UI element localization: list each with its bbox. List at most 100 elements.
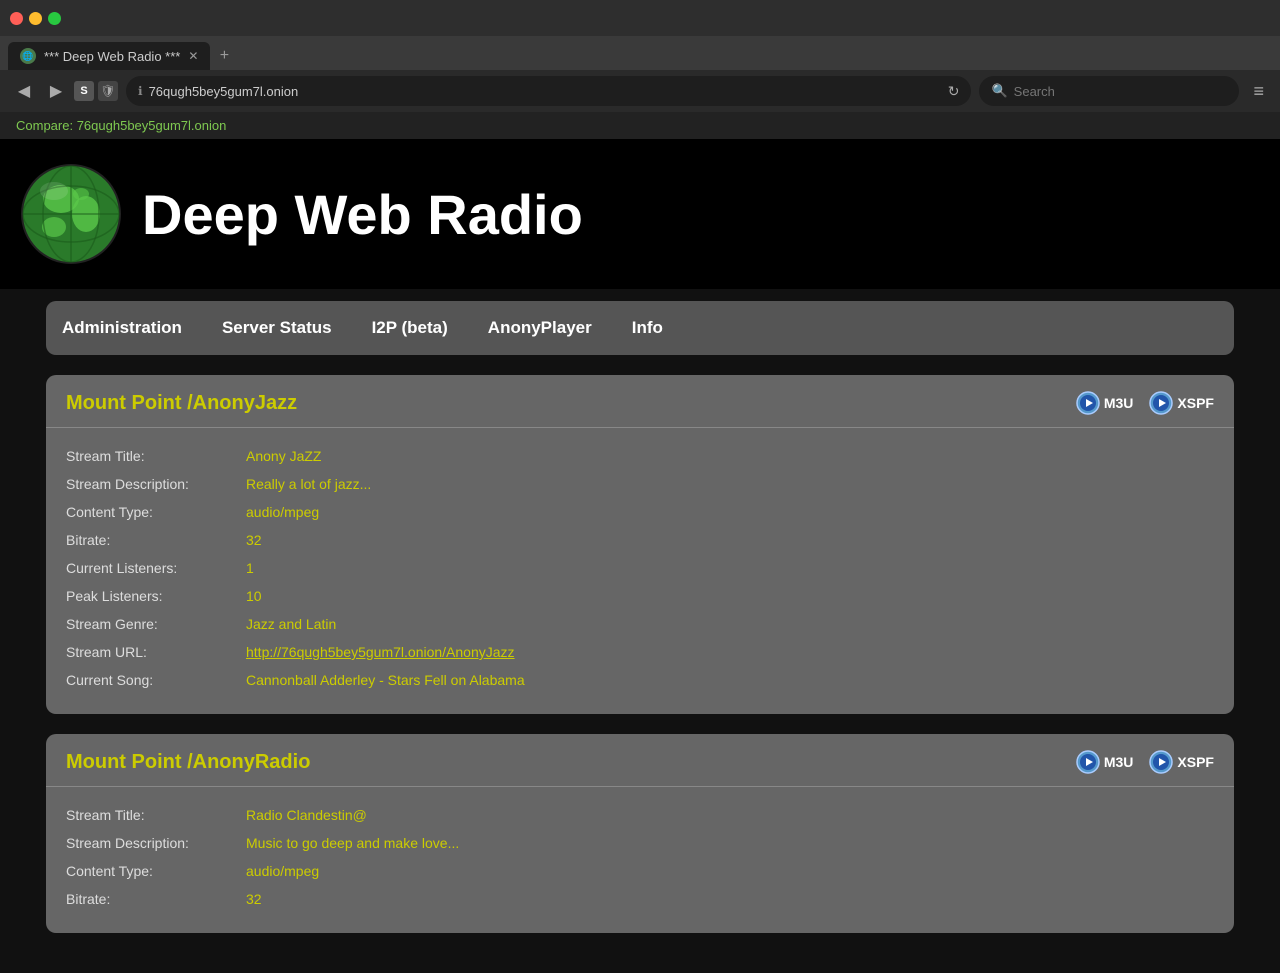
mount-card-1: Mount Point /AnonyRadio M3U XSPF Stream … (46, 734, 1234, 933)
reload-button[interactable]: ↻ (948, 83, 960, 100)
info-value: 10 (246, 588, 262, 604)
info-value: Radio Clandestin@ (246, 807, 367, 823)
play-icon (1149, 391, 1173, 415)
info-value: Really a lot of jazz... (246, 476, 371, 492)
mount-info-grid-0: Stream Title:Anony JaZZStream Descriptio… (46, 432, 1234, 694)
back-button[interactable]: ◀ (10, 77, 38, 105)
info-label: Content Type: (66, 504, 246, 520)
address-bar[interactable]: ℹ ↻ (126, 76, 971, 106)
info-label: Stream Title: (66, 448, 246, 464)
info-value: Music to go deep and make love... (246, 835, 459, 851)
info-row: Stream Title:Radio Clandestin@ (66, 801, 1214, 829)
mount-actions-1: M3U XSPF (1076, 750, 1214, 774)
info-value: audio/mpeg (246, 863, 319, 879)
info-value: 32 (246, 532, 262, 548)
tab-close-button[interactable]: ✕ (188, 49, 198, 63)
nav-item-administration[interactable]: Administration (62, 318, 182, 338)
info-label: Stream Genre: (66, 616, 246, 632)
tab-favicon: 🌐 (20, 48, 36, 64)
info-label: Stream Description: (66, 835, 246, 851)
mount-action-m3u2[interactable]: M3U (1076, 750, 1134, 774)
nav-item-anony-player[interactable]: AnonyPlayer (488, 318, 592, 338)
mount-info-grid-1: Stream Title:Radio Clandestin@Stream Des… (46, 791, 1234, 913)
browser-titlebar (0, 0, 1280, 36)
info-row: Stream Genre:Jazz and Latin (66, 610, 1214, 638)
browser-toolbar: ◀ ▶ S 🛡 ℹ ↻ 🔍 ≡ (0, 70, 1280, 112)
maximize-window-button[interactable] (48, 12, 61, 25)
search-icon: 🔍 (991, 83, 1007, 99)
info-label: Content Type: (66, 863, 246, 879)
site-logo (16, 159, 126, 269)
compare-bar: Compare: 76qugh5bey5gum7l.onion (0, 112, 1280, 139)
info-label: Bitrate: (66, 532, 246, 548)
info-value: audio/mpeg (246, 504, 319, 520)
info-label: Stream Description: (66, 476, 246, 492)
browser-tab-bar: 🌐 *** Deep Web Radio *** ✕ + (0, 36, 1280, 70)
action-label: XSPF (1177, 754, 1214, 770)
info-label: Peak Listeners: (66, 588, 246, 604)
toolbar-nav-buttons: ◀ ▶ S 🛡 (10, 77, 118, 105)
browser-tab[interactable]: 🌐 *** Deep Web Radio *** ✕ (8, 42, 210, 70)
info-row: Peak Listeners:10 (66, 582, 1214, 610)
nav-item-i2p-beta[interactable]: I2P (beta) (372, 318, 448, 338)
info-row: Current Listeners:1 (66, 554, 1214, 582)
info-row: Stream Description:Really a lot of jazz.… (66, 470, 1214, 498)
mount-card-0: Mount Point /AnonyJazz M3U XSPF Stream T… (46, 375, 1234, 714)
info-row: Current Song:Cannonball Adderley - Stars… (66, 666, 1214, 694)
mount-title-1: Mount Point /AnonyRadio (66, 751, 310, 774)
page-content: Compare: 76qugh5bey5gum7l.onion (0, 112, 1280, 973)
site-title: Deep Web Radio (142, 182, 583, 247)
mount-header-1: Mount Point /AnonyRadio M3U XSPF (46, 734, 1234, 787)
tab-title: *** Deep Web Radio *** (44, 49, 180, 64)
s-icon: S (74, 81, 94, 101)
search-bar[interactable]: 🔍 (979, 76, 1239, 106)
play-icon (1149, 750, 1173, 774)
mount-title-0: Mount Point /AnonyJazz (66, 392, 297, 415)
info-value[interactable]: http://76qugh5bey5gum7l.onion/AnonyJazz (246, 644, 515, 660)
search-input[interactable] (1014, 84, 1228, 99)
shield-icon: 🛡 (98, 81, 118, 101)
info-label: Stream URL: (66, 644, 246, 660)
new-tab-button[interactable]: + (210, 42, 238, 70)
mount-action-xspf[interactable]: XSPF (1149, 391, 1214, 415)
mount-actions-0: M3U XSPF (1076, 391, 1214, 415)
info-value: 1 (246, 560, 254, 576)
compare-label: Compare: (16, 118, 73, 133)
mount-action-xspf2[interactable]: XSPF (1149, 750, 1214, 774)
browser-menu-button[interactable]: ≡ (1247, 81, 1270, 102)
info-row: Stream Title:Anony JaZZ (66, 442, 1214, 470)
info-row: Stream URL:http://76qugh5bey5gum7l.onion… (66, 638, 1214, 666)
nav-item-server-status[interactable]: Server Status (222, 318, 332, 338)
mount-header-0: Mount Point /AnonyJazz M3U XSPF (46, 375, 1234, 428)
info-value: 32 (246, 891, 262, 907)
info-label: Bitrate: (66, 891, 246, 907)
play-icon (1076, 391, 1100, 415)
info-row: Content Type:audio/mpeg (66, 857, 1214, 885)
browser-window: 🌐 *** Deep Web Radio *** ✕ + ◀ ▶ S 🛡 ℹ ↻… (0, 0, 1280, 973)
info-label: Current Listeners: (66, 560, 246, 576)
nav-item-info[interactable]: Info (632, 318, 663, 338)
mount-cards: Mount Point /AnonyJazz M3U XSPF Stream T… (0, 375, 1280, 933)
action-label: M3U (1104, 395, 1134, 411)
info-value: Jazz and Latin (246, 616, 336, 632)
play-icon (1076, 750, 1100, 774)
info-value: Cannonball Adderley - Stars Fell on Alab… (246, 672, 525, 688)
info-label: Stream Title: (66, 807, 246, 823)
info-row: Bitrate:32 (66, 885, 1214, 913)
address-lock-icon: ℹ (138, 84, 143, 98)
info-row: Stream Description:Music to go deep and … (66, 829, 1214, 857)
mount-action-m3u[interactable]: M3U (1076, 391, 1134, 415)
info-row: Content Type:audio/mpeg (66, 498, 1214, 526)
action-label: M3U (1104, 754, 1134, 770)
close-window-button[interactable] (10, 12, 23, 25)
site-header: Deep Web Radio (0, 139, 1280, 289)
info-row: Bitrate:32 (66, 526, 1214, 554)
info-label: Current Song: (66, 672, 246, 688)
compare-url: 76qugh5bey5gum7l.onion (77, 118, 227, 133)
minimize-window-button[interactable] (29, 12, 42, 25)
traffic-lights (10, 12, 61, 25)
address-input[interactable] (149, 84, 942, 99)
action-label: XSPF (1177, 395, 1214, 411)
forward-button[interactable]: ▶ (42, 77, 70, 105)
info-value: Anony JaZZ (246, 448, 321, 464)
